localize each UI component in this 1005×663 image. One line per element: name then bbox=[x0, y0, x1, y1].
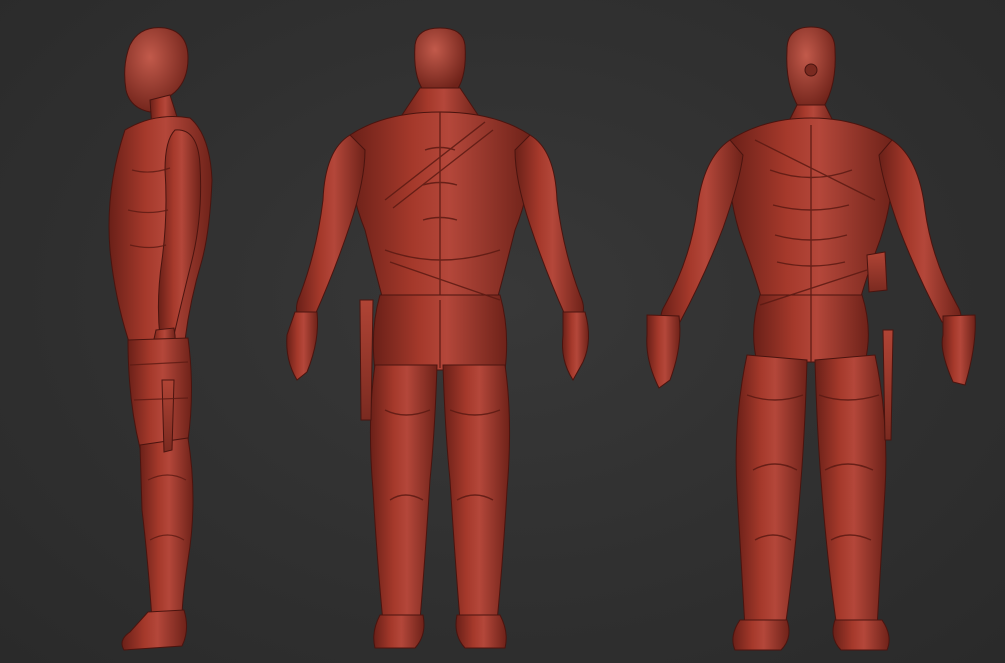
front-view-figure bbox=[646, 26, 976, 651]
side-view-figure bbox=[108, 27, 213, 651]
back-view-figure bbox=[286, 27, 589, 649]
sculpt-viewport[interactable] bbox=[0, 0, 1005, 663]
